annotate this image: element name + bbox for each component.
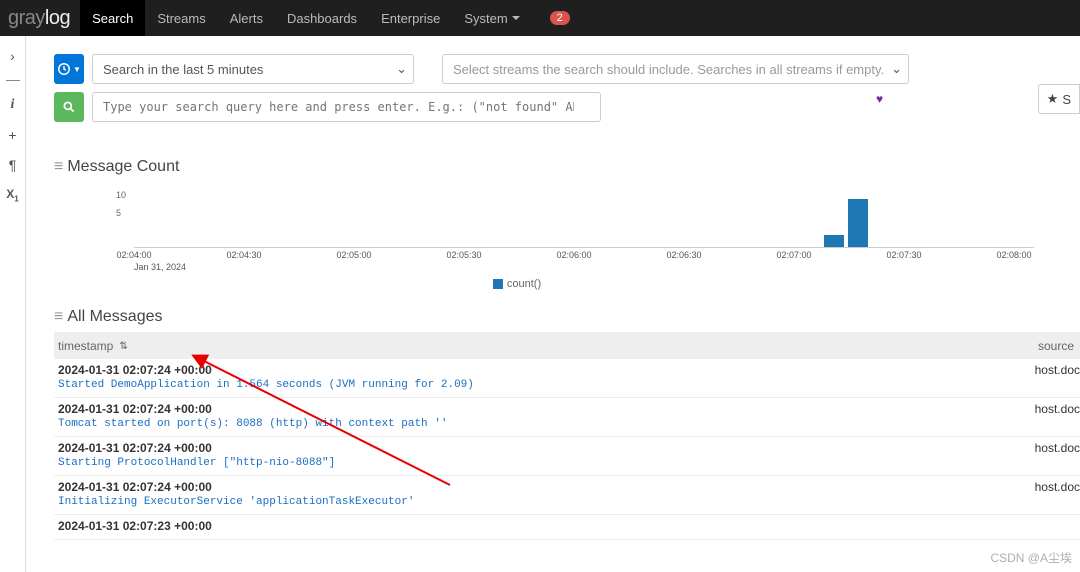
side-toolbar: › i + ¶ X1 <box>0 36 26 572</box>
table-row[interactable]: 2024-01-31 02:07:24 +00:00 Starting Prot… <box>54 437 1080 476</box>
save-search-button[interactable]: ★ S <box>1038 84 1080 114</box>
star-icon: ★ <box>1047 91 1059 107</box>
table-header: timestamp ⇅ source <box>54 332 1080 359</box>
watermark: CSDN @A尘埃 <box>990 549 1072 566</box>
run-search-button[interactable] <box>54 92 84 122</box>
messages-title: All Messages <box>67 308 162 326</box>
nav-streams[interactable]: Streams <box>145 0 217 36</box>
search-icon <box>62 100 76 114</box>
nav-search[interactable]: Search <box>80 0 145 36</box>
sort-desc-icon[interactable]: ⇅ <box>119 341 127 352</box>
table-row[interactable]: 2024-01-31 02:07:23 +00:00 <box>54 515 1080 540</box>
chevron-right-icon[interactable]: › <box>10 48 15 64</box>
paragraph-icon[interactable]: ¶ <box>9 157 17 173</box>
nav-dashboards[interactable]: Dashboards <box>275 0 369 36</box>
time-range-select[interactable]: Search in the last 5 minutes ⌄ <box>92 54 414 84</box>
chart-bar <box>824 235 844 247</box>
chevron-down-icon <box>512 16 520 20</box>
col-source[interactable]: source <box>1038 339 1074 353</box>
top-nav: graylog Search Streams Alerts Dashboards… <box>0 0 1080 36</box>
chart-legend: count() <box>26 278 1080 290</box>
chart-title-row: ≡ Message Count <box>54 158 1080 176</box>
clock-icon <box>57 62 71 76</box>
info-icon[interactable]: i <box>11 97 15 113</box>
message-count-chart: 10 5 02:04:00 02:04:30 02:05:00 02:05:30… <box>54 186 1034 248</box>
nav-enterprise[interactable]: Enterprise <box>369 0 452 36</box>
main-content: ▼ Search in the last 5 minutes ⌄ Select … <box>26 36 1080 572</box>
chart-title: Message Count <box>67 158 179 176</box>
chart-bar <box>848 199 868 247</box>
table-row[interactable]: 2024-01-31 02:07:24 +00:00 Started DemoA… <box>54 359 1080 398</box>
search-query-input[interactable] <box>92 92 601 122</box>
pin-icon[interactable]: ♥ <box>876 92 883 106</box>
chevron-down-icon: ⌄ <box>891 61 902 77</box>
grip-icon[interactable]: ≡ <box>54 308 61 326</box>
messages-title-row: ≡ All Messages <box>54 308 1080 326</box>
table-row[interactable]: 2024-01-31 02:07:24 +00:00 Tomcat starte… <box>54 398 1080 437</box>
nav-alerts[interactable]: Alerts <box>218 0 275 36</box>
plus-icon[interactable]: + <box>8 127 16 143</box>
notification-badge: 2 <box>550 11 570 25</box>
nav-system[interactable]: System <box>452 0 531 36</box>
nav-notifications[interactable]: 2 <box>532 0 582 36</box>
legend-swatch <box>493 279 503 289</box>
table-row[interactable]: 2024-01-31 02:07:24 +00:00 Initializing … <box>54 476 1080 515</box>
x-subscript-icon[interactable]: X1 <box>6 187 18 203</box>
divider <box>6 80 20 81</box>
col-timestamp[interactable]: timestamp <box>58 339 113 353</box>
chevron-down-icon: ⌄ <box>396 61 407 77</box>
brand-logo: graylog <box>8 7 70 30</box>
grip-icon[interactable]: ≡ <box>54 158 61 176</box>
time-mode-button[interactable]: ▼ <box>54 54 84 84</box>
stream-select[interactable]: Select streams the search should include… <box>442 54 909 84</box>
